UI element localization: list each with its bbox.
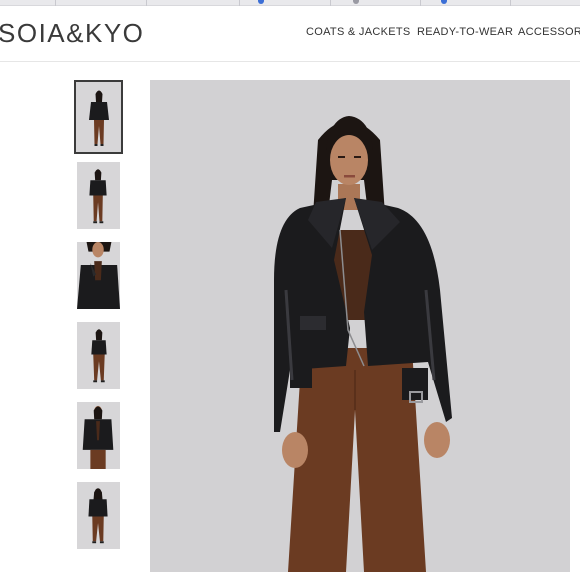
nav-item-accessories[interactable]: ACCESSORIES — [518, 26, 580, 38]
thumbnail-1[interactable] — [74, 80, 123, 154]
thumbnail-5[interactable] — [77, 402, 120, 469]
nav-item-coats-jackets[interactable]: COATS & JACKETS — [306, 26, 411, 38]
figure-thumbnail-icon — [77, 242, 120, 309]
figure-thumbnail-icon — [89, 169, 107, 224]
figure-thumbnail-icon — [88, 488, 108, 544]
site-header: SOIA&KYO COATS & JACKETS READY-TO-WEAR A… — [0, 6, 580, 62]
nav-item-ready-to-wear[interactable]: READY-TO-WEAR — [417, 26, 513, 38]
thumbnail-4[interactable] — [77, 322, 120, 389]
figure-thumbnail-icon — [89, 90, 109, 146]
thumbnail-6[interactable] — [77, 482, 120, 549]
tab-favicon-icon — [441, 0, 447, 4]
brand-logo[interactable]: SOIA&KYO — [0, 18, 144, 49]
figure-thumbnail-icon — [82, 405, 114, 469]
thumbnail-2[interactable] — [77, 162, 120, 229]
thumbnail-3[interactable] — [77, 242, 120, 309]
figure-thumbnail-icon — [91, 329, 107, 383]
model-figure-illustration — [274, 116, 452, 572]
main-product-image[interactable] — [150, 80, 570, 572]
tab-favicon-icon — [353, 0, 359, 4]
tab-favicon-icon — [258, 0, 264, 4]
